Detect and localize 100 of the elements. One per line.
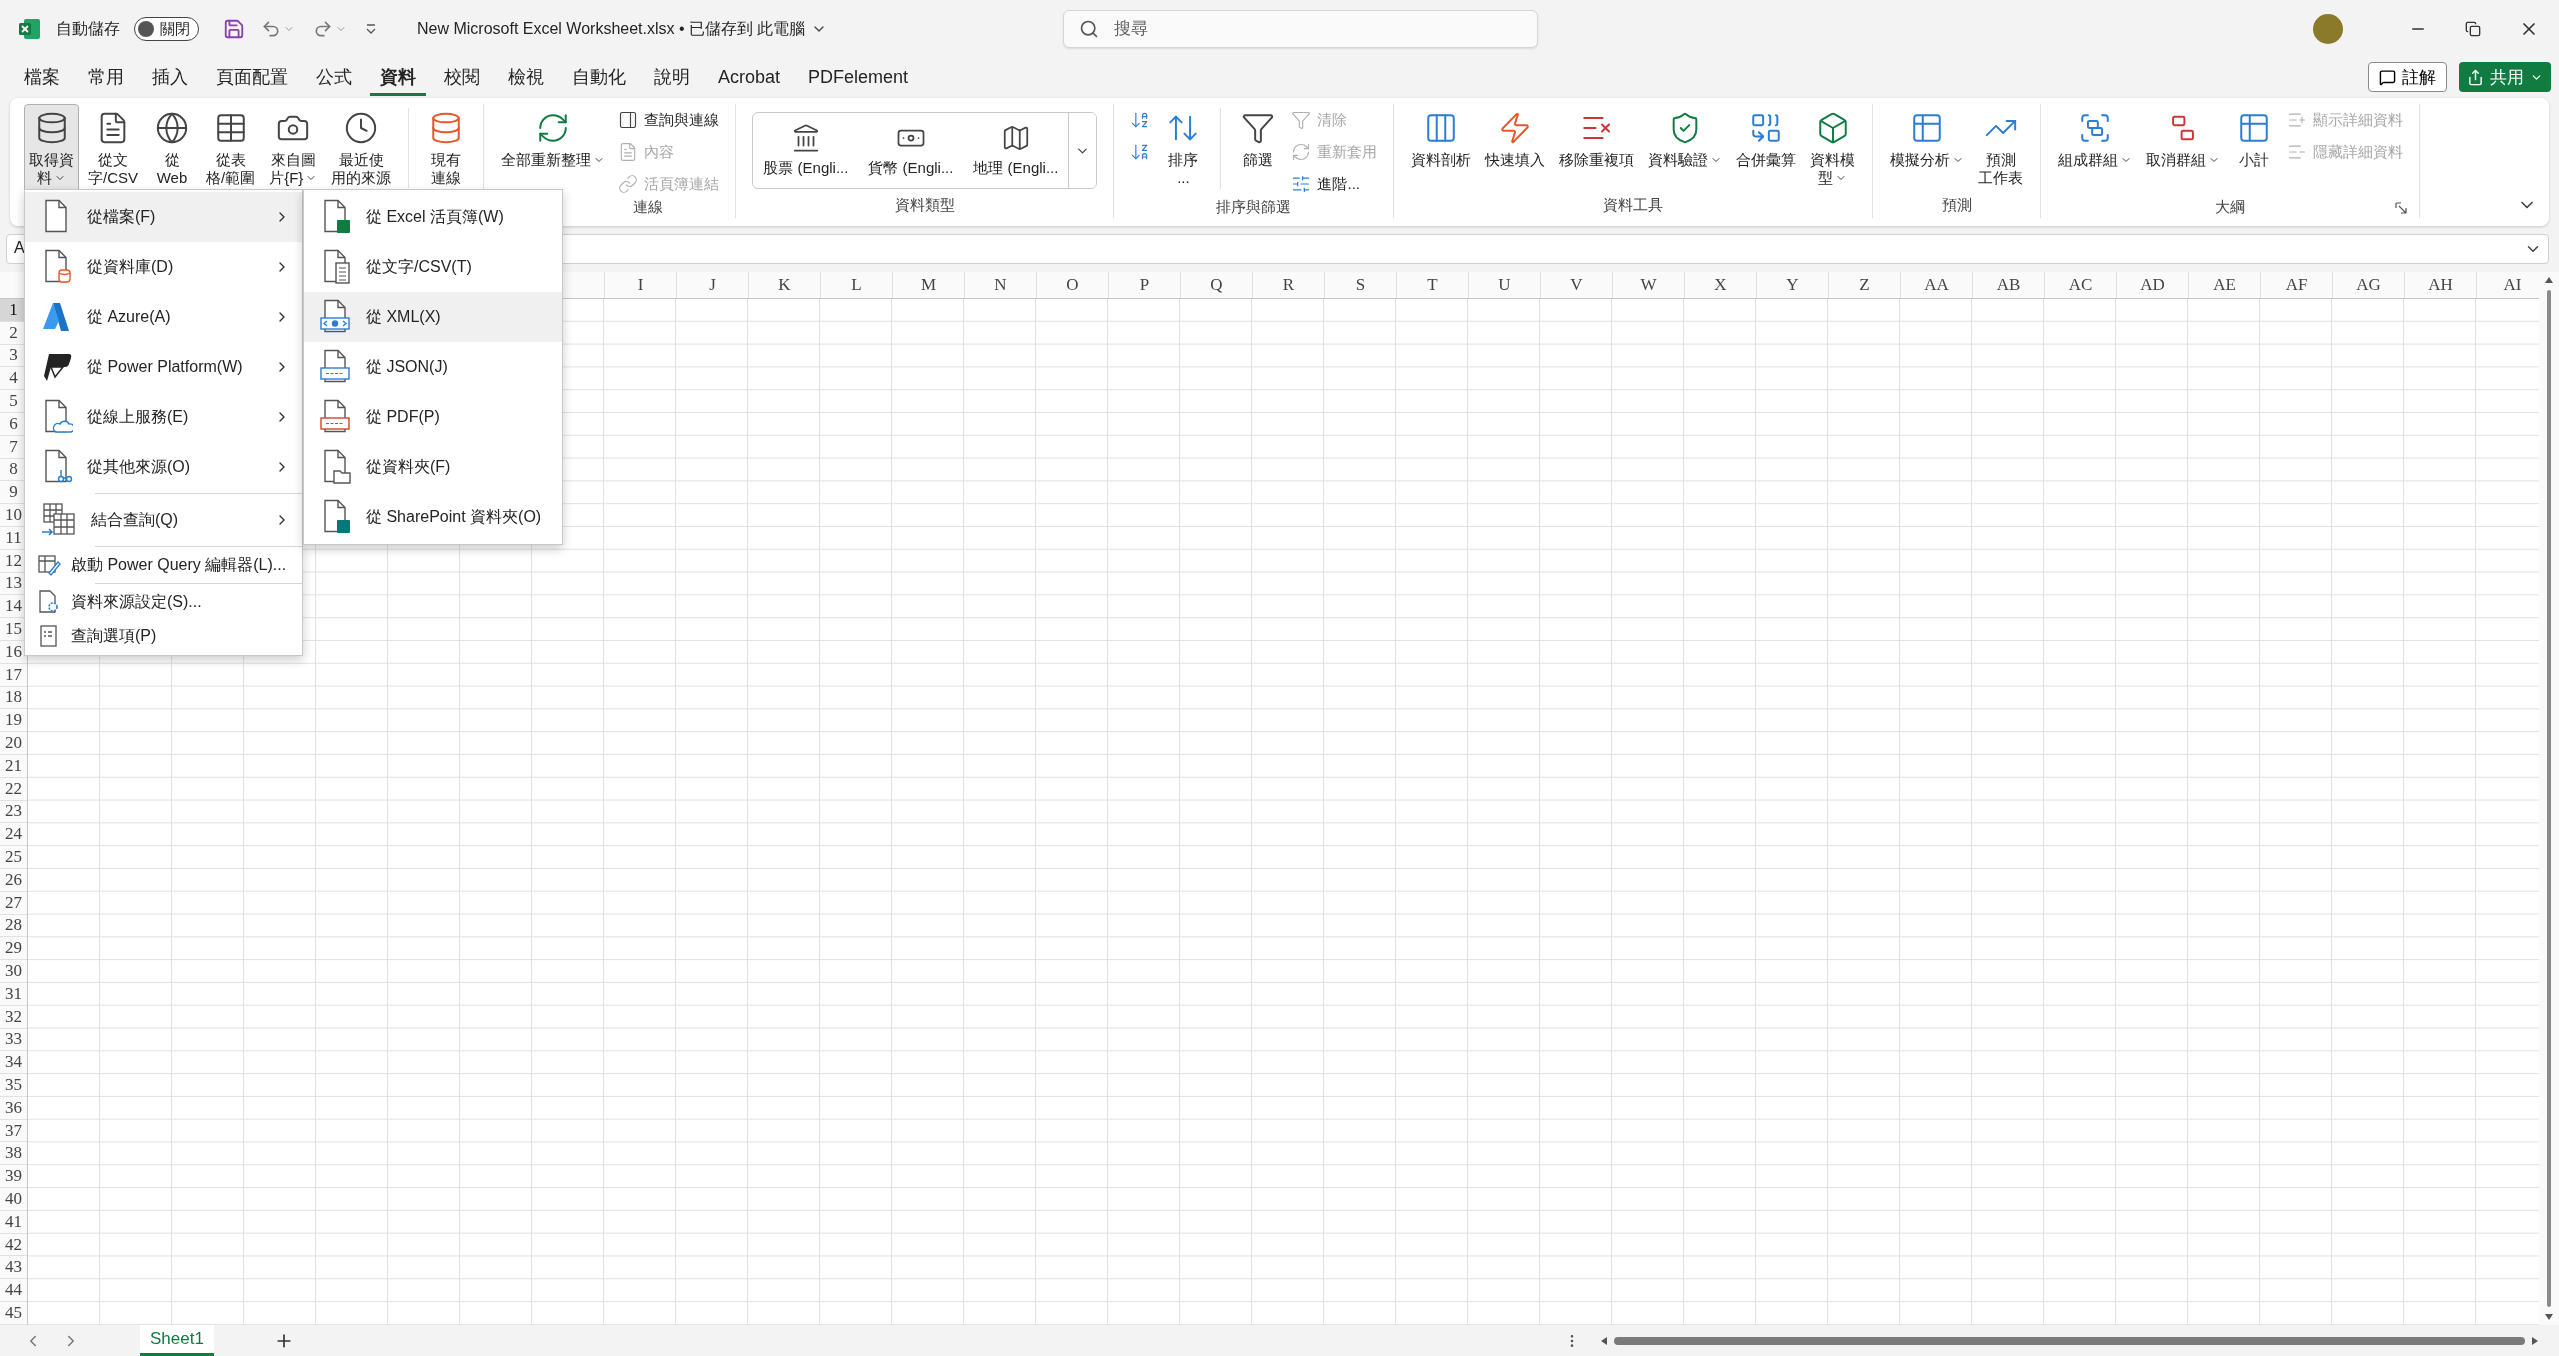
menu-item[interactable]: 查詢選項(P) bbox=[25, 619, 302, 653]
menu-item[interactable]: 從文字/CSV(T) bbox=[304, 242, 562, 292]
ribbon-tab[interactable]: 自動化 bbox=[562, 58, 636, 96]
ribbon-button[interactable]: 排序 ... bbox=[1158, 104, 1209, 194]
column-header[interactable]: AA bbox=[1900, 272, 1972, 298]
ribbon-button[interactable]: 資料剖析 bbox=[1406, 104, 1477, 194]
ribbon-tab[interactable]: 公式 bbox=[306, 58, 362, 96]
menu-item[interactable]: 從 JSON(J) bbox=[304, 342, 562, 392]
column-header[interactable]: Y bbox=[1756, 272, 1828, 298]
row-header[interactable]: 28 bbox=[0, 914, 27, 938]
row-header[interactable]: 19 bbox=[0, 709, 27, 733]
column-header[interactable]: AD bbox=[2116, 272, 2188, 298]
ribbon-tab[interactable]: Acrobat bbox=[708, 58, 791, 96]
ribbon-tab[interactable]: 頁面配置 bbox=[206, 58, 298, 96]
ribbon-button[interactable]: 從 Web bbox=[147, 104, 197, 194]
menu-item[interactable]: 從其他來源(O) bbox=[25, 442, 302, 492]
save-icon[interactable] bbox=[223, 18, 245, 40]
column-header[interactable]: M bbox=[892, 272, 964, 298]
menu-item[interactable]: 從資料夾(F) bbox=[304, 442, 562, 492]
row-header[interactable]: 33 bbox=[0, 1028, 27, 1052]
row-header[interactable]: 29 bbox=[0, 937, 27, 961]
row-header[interactable]: 34 bbox=[0, 1051, 27, 1075]
menu-item[interactable]: 從 Excel 活頁簿(W) bbox=[304, 192, 562, 242]
share-button[interactable]: 共用 bbox=[2459, 62, 2551, 92]
ribbon-button[interactable]: 從表 格/範圍 bbox=[201, 104, 261, 194]
menu-item[interactable]: 從線上服務(E) bbox=[25, 392, 302, 442]
row-header[interactable]: 24 bbox=[0, 823, 27, 847]
row-header[interactable]: 21 bbox=[0, 754, 27, 778]
row-header[interactable]: 32 bbox=[0, 1005, 27, 1029]
scroll-left-icon[interactable] bbox=[1599, 1335, 1608, 1346]
column-header[interactable]: S bbox=[1324, 272, 1396, 298]
column-header[interactable]: L bbox=[820, 272, 892, 298]
column-header[interactable]: K bbox=[748, 272, 820, 298]
column-header[interactable]: AC bbox=[2044, 272, 2116, 298]
ribbon-button[interactable]: 小計 bbox=[2229, 104, 2280, 194]
ribbon-tab[interactable]: 常用 bbox=[78, 58, 134, 96]
ribbon-tab[interactable]: PDFelement bbox=[798, 58, 919, 96]
column-header[interactable]: V bbox=[1540, 272, 1612, 298]
row-header[interactable]: 23 bbox=[0, 800, 27, 824]
customize-toolbar-icon[interactable] bbox=[365, 23, 377, 35]
row-header[interactable]: 37 bbox=[0, 1119, 27, 1143]
column-header[interactable]: AF bbox=[2260, 272, 2332, 298]
scroll-up-icon[interactable] bbox=[2544, 276, 2554, 284]
restore-icon[interactable] bbox=[2465, 21, 2481, 37]
column-header[interactable]: AB bbox=[1972, 272, 2044, 298]
data-type-button[interactable]: 股票 (Engli... bbox=[753, 113, 859, 188]
ribbon-button[interactable]: 移除重複項 bbox=[1554, 104, 1640, 194]
column-header[interactable]: AE bbox=[2188, 272, 2260, 298]
column-header[interactable]: AH bbox=[2404, 272, 2476, 298]
data-type-button[interactable]: 貨幣 (Engli... bbox=[858, 113, 964, 188]
column-header[interactable]: Z bbox=[1828, 272, 1900, 298]
column-header[interactable]: X bbox=[1684, 272, 1756, 298]
row-header[interactable]: 36 bbox=[0, 1096, 27, 1120]
ribbon-tab[interactable]: 檢視 bbox=[498, 58, 554, 96]
row-header[interactable]: 26 bbox=[0, 868, 27, 892]
ribbon-tab[interactable]: 插入 bbox=[142, 58, 198, 96]
row-header[interactable]: 43 bbox=[0, 1256, 27, 1280]
menu-item[interactable]: 資料來源設定(S)... bbox=[25, 585, 302, 619]
user-avatar[interactable] bbox=[2313, 14, 2343, 44]
ribbon-button[interactable]: 資料驗證 bbox=[1643, 104, 1728, 194]
ribbon-button[interactable]: 組成群組 bbox=[2053, 104, 2138, 194]
cell-grid[interactable] bbox=[28, 299, 2539, 1325]
column-header[interactable]: R bbox=[1252, 272, 1324, 298]
redo-icon[interactable] bbox=[313, 19, 333, 39]
column-header[interactable]: AG bbox=[2332, 272, 2404, 298]
dialog-launcher-icon[interactable] bbox=[2395, 202, 2408, 214]
scroll-down-icon[interactable] bbox=[2544, 1313, 2554, 1321]
ribbon-button[interactable]: 預測 工作表 bbox=[1973, 104, 2029, 194]
row-header[interactable]: 39 bbox=[0, 1165, 27, 1189]
row-header[interactable]: 17 bbox=[0, 663, 27, 687]
column-header[interactable]: N bbox=[964, 272, 1036, 298]
row-header[interactable]: 20 bbox=[0, 732, 27, 755]
menu-item[interactable]: 從 SharePoint 資料夾(O) bbox=[304, 492, 562, 542]
ribbon-small-button[interactable]: 進階... bbox=[1287, 170, 1382, 198]
column-header[interactable]: P bbox=[1108, 272, 1180, 298]
ribbon-tab[interactable]: 說明 bbox=[644, 58, 700, 96]
row-header[interactable]: 44 bbox=[0, 1279, 27, 1303]
column-header[interactable]: U bbox=[1468, 272, 1540, 298]
row-header[interactable]: 45 bbox=[0, 1302, 27, 1325]
scroll-thumb[interactable] bbox=[2547, 290, 2551, 1307]
row-header[interactable]: 35 bbox=[0, 1074, 27, 1097]
ribbon-button[interactable]: 現有 連線 bbox=[421, 104, 472, 194]
row-header[interactable]: 18 bbox=[0, 686, 27, 710]
menu-item[interactable]: 從檔案(F) bbox=[25, 192, 302, 242]
undo-icon[interactable] bbox=[261, 19, 281, 39]
ribbon-small-button[interactable]: 查詢與連線 bbox=[614, 106, 724, 134]
ribbon-button[interactable]: 資料模 型 bbox=[1805, 104, 1861, 194]
ribbon-tab[interactable]: 校閱 bbox=[434, 58, 490, 96]
menu-item[interactable]: 從 Power Platform(W) bbox=[25, 342, 302, 392]
menu-item[interactable]: 從 Azure(A) bbox=[25, 292, 302, 342]
row-header[interactable]: 31 bbox=[0, 982, 27, 1006]
row-header[interactable]: 42 bbox=[0, 1233, 27, 1257]
row-header[interactable]: 27 bbox=[0, 891, 27, 915]
menu-item[interactable]: 啟動 Power Query 編輯器(L)... bbox=[25, 548, 302, 582]
menu-item[interactable]: 結合查詢(Q) bbox=[25, 495, 302, 545]
ribbon-button[interactable]: 最近使 用的來源 bbox=[326, 104, 397, 194]
scroll-thumb[interactable] bbox=[1613, 1336, 2525, 1345]
scroll-right-icon[interactable] bbox=[2531, 1335, 2539, 1346]
comments-button[interactable]: 註解 bbox=[2368, 62, 2447, 92]
ribbon-button[interactable]: 合併彙算 bbox=[1731, 104, 1802, 194]
